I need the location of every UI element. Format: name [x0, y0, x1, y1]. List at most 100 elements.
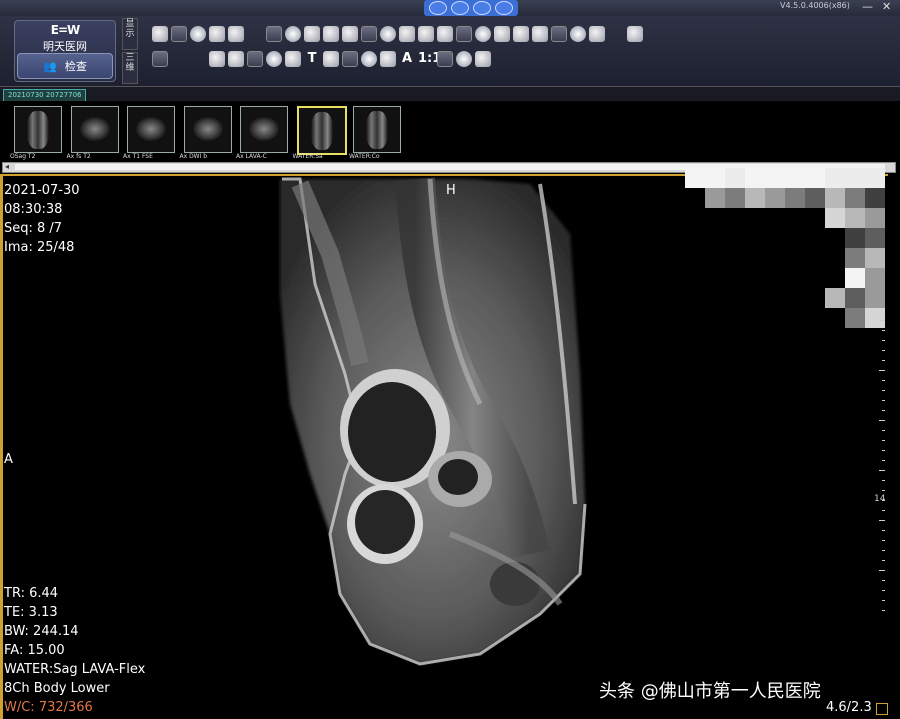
brand-name: 明天医网 [43, 40, 87, 53]
image-icon[interactable] [513, 26, 529, 42]
text-icon[interactable]: T [304, 51, 320, 67]
close-button[interactable]: ✕ [882, 1, 891, 13]
ruler-icon[interactable] [361, 51, 377, 67]
series-thumbnail[interactable] [127, 106, 175, 153]
zoom-icon[interactable] [247, 51, 263, 67]
split-icon[interactable] [342, 26, 358, 42]
cd-icon[interactable] [532, 26, 548, 42]
person-edit-icon[interactable] [228, 26, 244, 42]
scroll-left-arrow-icon[interactable]: ◂ [5, 162, 9, 171]
version-label: V4.5.0.4006(x86) [780, 1, 850, 10]
mosaic-cell [865, 228, 885, 248]
study-bar [0, 87, 900, 101]
monitor-icon[interactable] [171, 26, 187, 42]
freehand-icon[interactable] [380, 51, 396, 67]
tool-grid: T A 1:1 [150, 24, 650, 74]
mosaic-cell [845, 228, 865, 248]
fa-value: FA: 15.00 [4, 643, 65, 658]
window-switcher[interactable] [424, 0, 518, 16]
ruler-tick [882, 480, 885, 481]
flip-icon[interactable] [285, 51, 301, 67]
pencil-icon[interactable] [380, 26, 396, 42]
folder-icon[interactable] [190, 26, 206, 42]
ruler-tick [879, 470, 885, 471]
circle-icon[interactable] [475, 51, 491, 67]
series-thumbnail[interactable] [353, 106, 401, 153]
split2-icon[interactable] [361, 26, 377, 42]
te-value: TE: 3.13 [4, 605, 58, 620]
download-icon[interactable] [589, 26, 605, 42]
text-a-icon[interactable]: A [399, 51, 415, 67]
title-bar: V4.5.0.4006(x86) — ✕ [0, 0, 900, 16]
mosaic-cell [845, 168, 865, 188]
cursor-icon[interactable] [551, 26, 567, 42]
crosshair-icon[interactable] [456, 51, 472, 67]
coil-name: 8Ch Body Lower [4, 681, 110, 696]
brand-panel: E=W 明天医网 👥 检查 [14, 20, 116, 82]
series-thumbnail-label: Ax fs T2 [66, 153, 91, 160]
ellipse-icon[interactable] [418, 26, 434, 42]
tab-3d[interactable]: 三维 [122, 52, 138, 84]
series-thumbnail-label: Ax LAVA-C [236, 153, 267, 160]
dot-icon[interactable] [475, 26, 491, 42]
window-icon[interactable] [266, 51, 282, 67]
orientation-top: H [446, 183, 456, 198]
ruler-tick [882, 580, 885, 581]
mosaic-cell [825, 208, 845, 228]
ruler-tick [882, 460, 885, 461]
line-measure-icon[interactable] [323, 51, 339, 67]
undo-icon[interactable] [570, 26, 586, 42]
figure2-icon[interactable] [437, 51, 453, 67]
magnify-box-icon[interactable] [323, 26, 339, 42]
sphere-icon[interactable] [304, 26, 320, 42]
person-icon[interactable] [209, 26, 225, 42]
ruler-tick [879, 420, 885, 421]
mosaic-cell [845, 308, 865, 328]
minimize-button[interactable]: — [862, 1, 873, 13]
grid-icon[interactable] [266, 26, 282, 42]
series-thumbnail[interactable] [14, 106, 62, 153]
thumbnail-image [79, 117, 110, 141]
mosaic-cell [865, 208, 885, 228]
ra-icon[interactable] [285, 26, 301, 42]
mosaic-cell [765, 188, 785, 208]
mosaic-cell [865, 168, 885, 188]
floppy-icon[interactable] [152, 51, 168, 67]
angle-icon[interactable] [399, 26, 415, 42]
pan-icon[interactable] [209, 51, 225, 67]
mosaic-cell [865, 268, 885, 288]
roi-icon[interactable] [437, 26, 453, 42]
series-thumbnail[interactable] [70, 106, 119, 153]
series-thumbnail[interactable] [183, 106, 232, 153]
ruler-tick [882, 390, 885, 391]
mosaic-cell [725, 188, 745, 208]
tab-display[interactable]: 显示 [122, 18, 138, 50]
mosaic-cell [845, 288, 865, 308]
wrench-icon[interactable] [152, 26, 168, 42]
ruler-tick [879, 570, 885, 571]
mosaic-cell [745, 168, 765, 188]
series-thumbnail-label: OSag T2 [10, 153, 36, 160]
arrow-icon[interactable] [456, 26, 472, 42]
mosaic-cell [785, 188, 805, 208]
check-button[interactable]: 👥 检查 [17, 53, 113, 79]
figure-icon[interactable] [494, 26, 510, 42]
thumbnail-image [136, 117, 166, 141]
series-thumbnail[interactable] [240, 106, 288, 153]
thumbnail-image [27, 111, 49, 149]
ruler-tick [882, 560, 885, 561]
ruler-tick [882, 590, 885, 591]
privacy-mosaic [685, 168, 890, 328]
series-thumbnail[interactable] [296, 106, 347, 155]
thumbnail-image [192, 117, 223, 141]
updown-icon[interactable] [228, 51, 244, 67]
mosaic-cell [685, 168, 705, 188]
mosaic-cell [805, 188, 825, 208]
scale-icon[interactable]: 1:1 [418, 51, 441, 67]
zoom-ratio: 4.6/2.3 [826, 700, 872, 715]
save-icon[interactable] [627, 26, 643, 42]
ruler-tick [882, 450, 885, 451]
mosaic-cell [865, 288, 885, 308]
angle2-icon[interactable] [342, 51, 358, 67]
